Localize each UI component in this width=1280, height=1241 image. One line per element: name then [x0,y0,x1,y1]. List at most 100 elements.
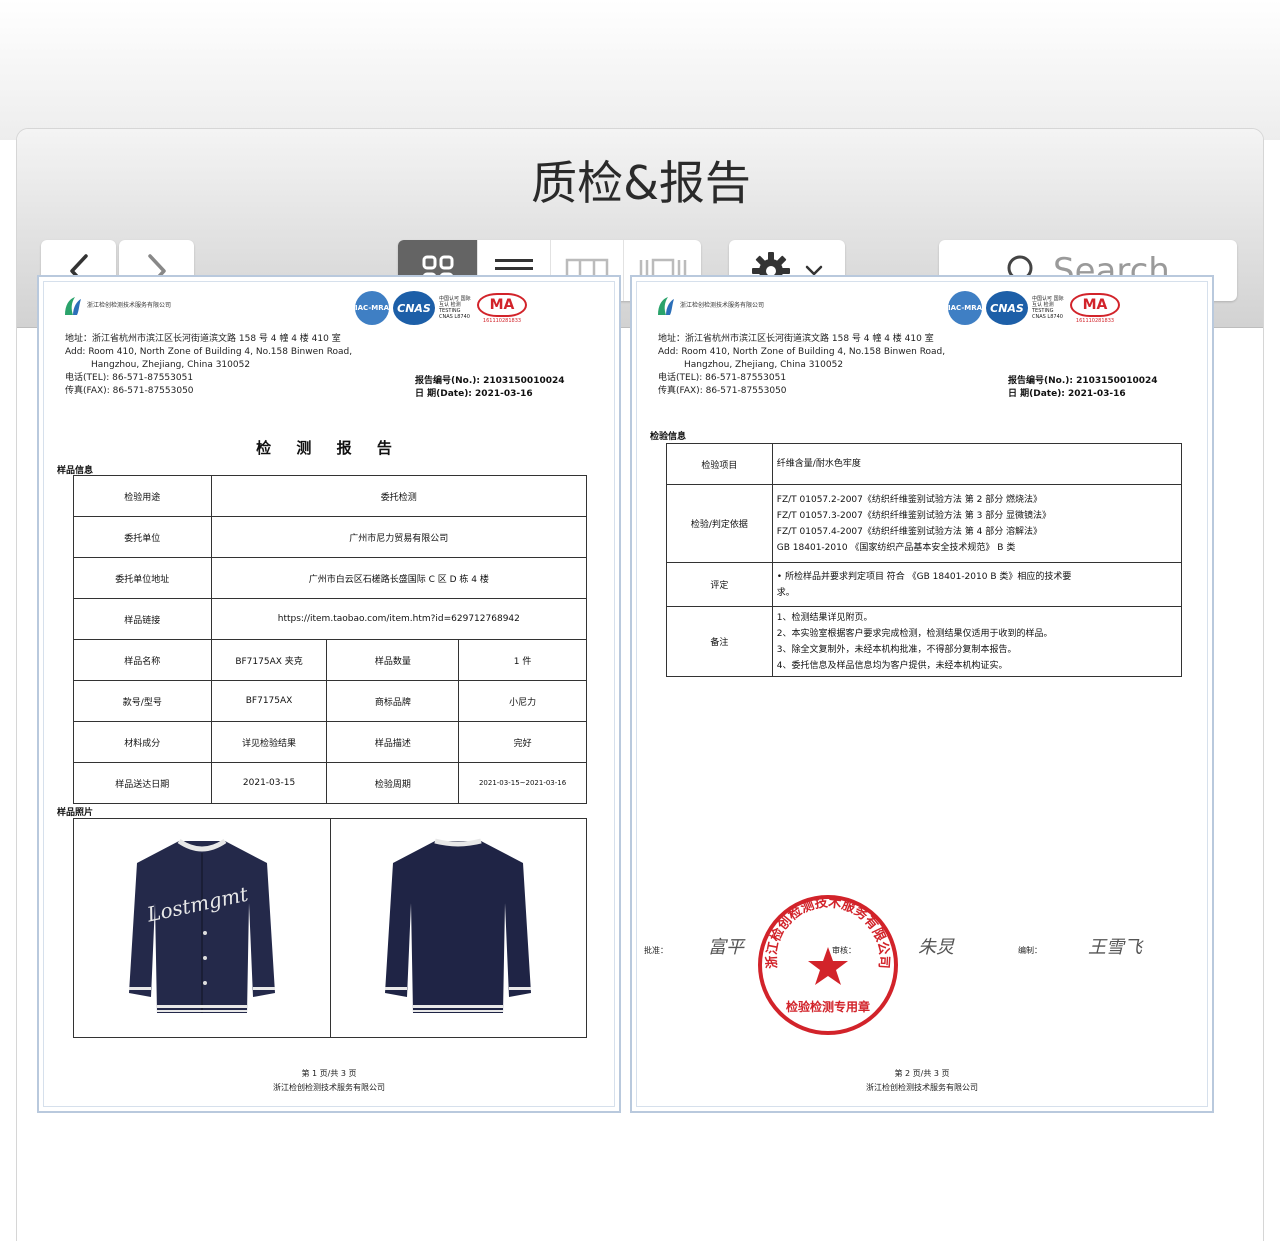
table-cell-value: 委托检测 [210,475,588,517]
table-cell: 2021-03-15~2021-03-16 [458,762,587,804]
table-cell: 样品送达日期 [73,762,212,804]
table-row: 检验用途 委托检测 [73,475,588,517]
table-row: 检验项目 纤维含量/耐水色牢度 [666,443,1183,485]
table-cell: BF7175AX [210,680,328,722]
cert-logos: IAC-MRA CNAS 中国认可 国际互认 检测 TESTING CNAS L… [355,291,527,325]
report-heading: 检 测 报 告 [256,439,402,457]
table-cell-label: 委托单位地址 [73,557,212,599]
section-sample-photo: 样品照片 [57,808,94,818]
cma-mark: MA 161110281833 [1070,292,1120,324]
table-row: 样品链接 https://item.taobao.com/item.htm?id… [73,598,588,640]
page-number: 第 2 页/共 3 页 [894,1069,950,1078]
cma-logo: MA [477,292,527,317]
table-row: 备注 1、检测结果详见附页。 2、本实验室根据客户要求完成检测，检测结果仅适用于… [666,606,1183,677]
address-line: 地址：浙江省杭州市滨江区长河街道滨文路 158 号 4 幢 4 楼 410 室 [658,334,934,344]
window-title: 质检&报告 [531,156,751,210]
text-line: FZ/T 01057.3-2007《纺织纤维鉴别试验方法 第 3 部分 显微镜法… [776,510,1052,521]
cnas-caption: 中国认可 国际互认 检测 TESTING CNAS L8740 [439,296,471,320]
text-line: 2、本实验室根据客户要求完成检测，检测结果仅适用于收到的样品。 [776,628,1053,639]
sample-info-table: 检验用途 委托检测 委托单位 广州市尼力贸易有限公司 委托单位地址 广州市白云区… [73,475,588,804]
review-signature: 朱炅 [918,937,954,958]
table-cell-label: 检验/判定依据 [666,484,773,563]
table-row: 材料成分 详见检验结果 样品描述 完好 [73,721,587,763]
section-test-info: 检验信息 [650,432,687,442]
table-cell-label: 检验项目 [666,443,773,485]
address-block: 地址：浙江省杭州市滨江区长河街道滨文路 158 号 4 幢 4 楼 410 室 … [658,333,945,398]
report-number: 报告编号(No.): 2103150010024 [415,376,565,386]
table-cell-label: 委托单位 [73,516,212,558]
table-cell: 样品描述 [326,721,460,763]
table-cell: 材料成分 [73,721,212,763]
cnas-caption: 中国认可 国际互认 检测 TESTING CNAS L8740 [1032,296,1064,320]
table-cell-value: 1、检测结果详见附页。 2、本实验室根据客户要求完成检测，检测结果仅适用于收到的… [771,606,1183,677]
jacket-front-image: Lostmgmt [128,838,275,1013]
text-line: GB 18401-2010 《国家纺织产品基本安全技术规范》 B 类 [776,542,1016,553]
table-cell-label: 检验用途 [73,475,212,517]
report-number-block: 报告编号(No.): 2103150010024 日 期(Date): 2021… [1008,375,1158,401]
table-row: 委托单位地址 广州市白云区石槎路长盛国际 C 区 D 栋 4 楼 [73,557,588,599]
approve-signature: 富平 [708,937,744,958]
cma-number: 161110281833 [1075,317,1115,324]
fax-line: 传真(FAX): 86-571-87553050 [658,386,787,396]
table-cell-label: 评定 [666,562,773,607]
cma-logo: MA [1070,292,1120,317]
sample-photo-frame: Lostmgmt [73,818,587,1038]
footer-org: 浙江检创检测技术服务有限公司 [273,1083,385,1092]
address-line: Add: Room 410, North Zone of Building 4,… [658,347,946,357]
page-footer: 第 2 页/共 3 页 浙江检创检测技术服务有限公司 [632,1067,1212,1095]
table-row: 检验/判定依据 FZ/T 01057.2-2007《纺织纤维鉴别试验方法 第 2… [666,484,1183,563]
jacket-back-photo[interactable] [331,819,587,1037]
table-row: 样品送达日期 2021-03-15 检验周期 2021-03-15~2021-0… [73,762,587,804]
table-row: 样品名称 BF7175AX 夹克 样品数量 1 件 [73,639,587,681]
cma-mark: MA 161110281833 [477,292,527,324]
text-line: • 所检样品并要求判定项目 符合 《GB 18401-2010 B 类》相应的技… [776,571,1072,582]
official-seal: 浙江检创检测技术服务有限公司 检验检测专用章 [758,894,898,1035]
footer-org: 浙江检创检测技术服务有限公司 [866,1083,978,1092]
text-line: 1、检测结果详见附页。 [776,612,873,623]
table-cell: 商标品牌 [326,680,460,722]
report-page-1[interactable]: 浙江检创检测技术服务有限公司 IAC-MRA CNAS 中国认可 国际互认 检测… [37,275,621,1113]
table-cell-value: 广州市白云区石槎路长盛国际 C 区 D 栋 4 楼 [210,557,588,599]
text-line: 3、除全文复制外，未经本机构批准，不得部分复制本报告。 [776,644,1017,655]
text-line: 4、委托信息及样品信息均为客户提供，未经本机构证实。 [776,660,1008,671]
approve-label: 批准： [644,946,668,955]
table-cell: 详见检验结果 [210,721,328,763]
test-info-table: 检验项目 纤维含量/耐水色牢度 检验/判定依据 FZ/T 01057.2-200… [666,443,1183,677]
text-line: FZ/T 01057.4-2007《纺织纤维鉴别试验方法 第 4 部分 溶解法》 [776,526,1043,537]
org-logo-icon [658,297,674,315]
compile-label: 编制： [1018,946,1042,955]
tel-line: 电话(TEL): 86-571-87553051 [65,373,194,383]
iac-mra-logo: IAC-MRA [948,291,982,325]
table-cell-value: • 所检样品并要求判定项目 符合 《GB 18401-2010 B 类》相应的技… [771,562,1183,607]
report-page-2[interactable]: 浙江检创检测技术服务有限公司 IAC-MRA CNAS 中国认可 国际互认 检测… [630,275,1214,1113]
org-logo-icon [65,297,81,315]
address-line: Hangzhou, Zhejiang, China 310052 [684,360,844,370]
table-cell-label: 备注 [666,606,773,677]
report-date: 日 期(Date): 2021-03-16 [415,389,533,399]
org-logo-text: 浙江检创检测技术服务有限公司 [680,302,765,309]
sample-link[interactable]: https://item.taobao.com/item.htm?id=6297… [210,598,588,640]
fax-line: 传真(FAX): 86-571-87553050 [65,386,194,396]
address-line: 地址：浙江省杭州市滨江区长河街道滨文路 158 号 4 幢 4 楼 410 室 [65,334,341,344]
table-row: 款号/型号 BF7175AX 商标品牌 小尼力 [73,680,587,722]
table-row: 委托单位 广州市尼力贸易有限公司 [73,516,588,558]
table-cell: BF7175AX 夹克 [210,639,328,681]
org-logo-text: 浙江检创检测技术服务有限公司 [87,302,172,309]
text-line: 纤维含量/耐水色牢度 [776,459,861,469]
tel-line: 电话(TEL): 86-571-87553051 [658,373,787,383]
table-cell: 1 件 [458,639,587,681]
report-number: 报告编号(No.): 2103150010024 [1008,376,1158,386]
cnas-logo: CNAS [393,291,435,325]
address-line: Add: Room 410, North Zone of Building 4,… [65,347,353,357]
table-cell: 样品数量 [326,639,460,681]
table-row: 评定 • 所检样品并要求判定项目 符合 《GB 18401-2010 B 类》相… [666,562,1183,607]
table-cell: 检验周期 [326,762,460,804]
address-block: 地址：浙江省杭州市滨江区长河街道滨文路 158 号 4 幢 4 楼 410 室 … [65,333,352,398]
cert-logos: IAC-MRA CNAS 中国认可 国际互认 检测 TESTING CNAS L… [948,291,1120,325]
iac-mra-logo: IAC-MRA [355,291,389,325]
table-cell-label: 样品链接 [73,598,212,640]
jacket-front-photo[interactable]: Lostmgmt [74,819,331,1037]
compile-signature: 王雪飞 [1088,937,1142,958]
table-cell: 样品名称 [73,639,212,681]
page-number: 第 1 页/共 3 页 [301,1069,357,1078]
